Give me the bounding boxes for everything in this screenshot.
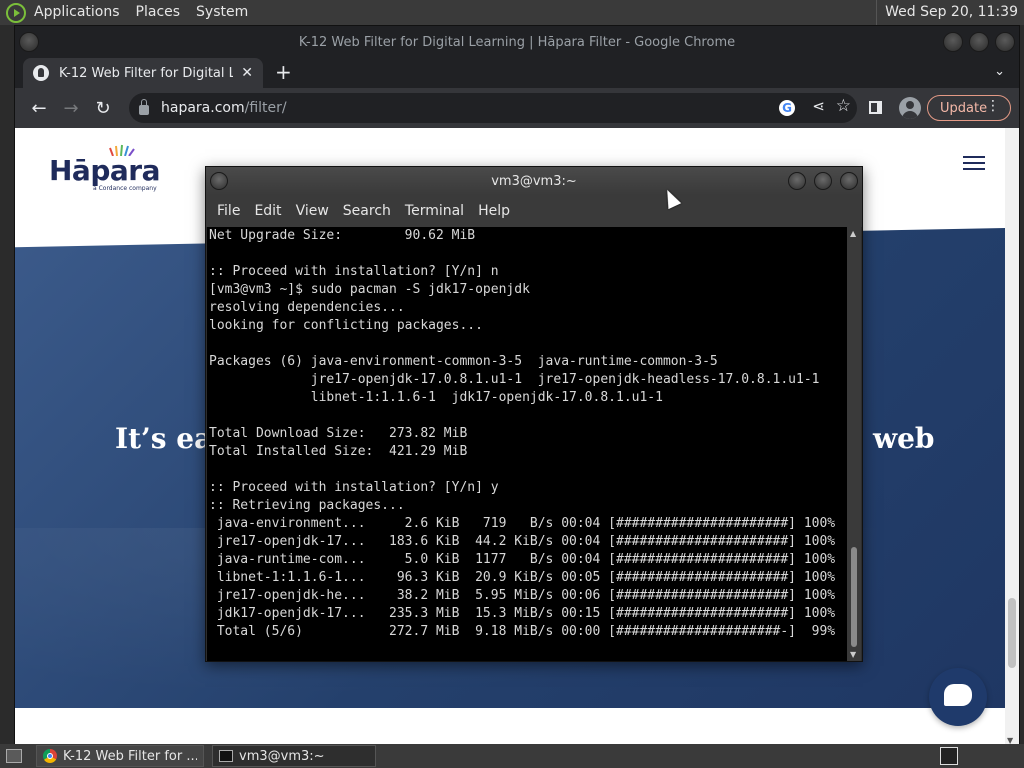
terminal-line: Total Installed Size: 421.29 MiB xyxy=(209,444,468,459)
taskbar-item-terminal[interactable]: vm3@vm3:~ xyxy=(212,745,376,767)
taskbar-label-chrome: K-12 Web Filter for ... xyxy=(63,748,197,764)
google-icon[interactable]: G xyxy=(779,100,795,116)
terminal-menu-search[interactable]: Search xyxy=(336,203,398,219)
tab-title: K-12 Web Filter for Digital Lea xyxy=(59,65,234,81)
minimize-button[interactable] xyxy=(943,32,963,52)
terminal-line: [vm3@vm3 ~]$ sudo pacman -S jdk17-openjd… xyxy=(209,282,530,297)
chat-bubble-icon[interactable] xyxy=(929,668,987,726)
logo-text: Hāpara xyxy=(49,154,160,187)
terminal-menu-edit[interactable]: Edit xyxy=(247,203,288,219)
menu-system[interactable]: System xyxy=(188,0,256,25)
menu-places[interactable]: Places xyxy=(128,0,189,25)
side-panel-icon[interactable] xyxy=(869,101,882,114)
menu-applications[interactable]: Applications xyxy=(26,0,128,25)
tabstrip: K-12 Web Filter for Digital Lea ✕ + ⌄ xyxy=(15,58,1019,88)
tab-close-icon[interactable]: ✕ xyxy=(241,65,253,81)
applications-menu-icon[interactable] xyxy=(6,2,26,23)
forward-icon[interactable]: → xyxy=(55,98,87,119)
terminal-close-button[interactable] xyxy=(840,172,858,190)
profile-avatar-icon[interactable] xyxy=(899,97,921,119)
page-scrollbar[interactable]: ▼ xyxy=(1005,128,1019,747)
terminal-line: resolving dependencies... xyxy=(209,300,405,315)
maximize-button[interactable] xyxy=(969,32,989,52)
terminal-line: java-environment... 2.6 KiB 719 B/s 00:0… xyxy=(209,516,836,531)
reload-icon[interactable]: ↻ xyxy=(87,98,119,119)
tab-search-chevron-icon[interactable]: ⌄ xyxy=(994,64,1005,79)
share-icon[interactable]: ⋖ xyxy=(812,97,825,115)
terminal-window: vm3@vm3:~ File Edit View Search Terminal… xyxy=(205,166,863,662)
terminal-line: jre17-openjdk-17... 183.6 KiB 44.2 KiB/s… xyxy=(209,534,836,549)
chrome-icon xyxy=(43,749,57,763)
bookmark-star-icon[interactable]: ☆ xyxy=(836,96,851,116)
terminal-scroll-down-icon[interactable]: ▼ xyxy=(850,650,856,659)
terminal-maximize-button[interactable] xyxy=(814,172,832,190)
hamburger-menu-icon[interactable] xyxy=(963,156,985,170)
taskbar-label-terminal: vm3@vm3:~ xyxy=(239,748,325,764)
terminal-scrollbar[interactable]: ▲ ▼ xyxy=(847,227,861,661)
terminal-titlebar[interactable]: vm3@vm3:~ xyxy=(206,167,862,195)
page-scroll-thumb[interactable] xyxy=(1008,598,1016,668)
logo-subtitle: a Cordance company xyxy=(93,185,157,192)
window-menu-button[interactable] xyxy=(19,32,39,52)
terminal-line: Packages (6) java-environment-common-3-5… xyxy=(209,354,718,369)
terminal-line: libnet-1:1.1.6-1 jdk17-openjdk-17.0.8.1.… xyxy=(209,390,663,405)
hero-heading-right: web xyxy=(873,422,935,455)
show-desktop-icon[interactable] xyxy=(6,749,22,763)
clock[interactable]: Wed Sep 20, 11:39 xyxy=(876,0,1018,25)
terminal-line: jdk17-openjdk-17... 235.3 MiB 15.3 MiB/s… xyxy=(209,606,836,621)
terminal-icon xyxy=(219,750,233,762)
terminal-line: libnet-1:1.1.6-1... 96.3 KiB 20.9 KiB/s … xyxy=(209,570,836,585)
url-text[interactable]: hapara.com/filter/ xyxy=(161,100,287,116)
terminal-menu-terminal[interactable]: Terminal xyxy=(398,203,471,219)
taskbar-item-chrome[interactable]: K-12 Web Filter for ... xyxy=(36,745,204,767)
terminal-menu-help[interactable]: Help xyxy=(471,203,517,219)
terminal-line: jre17-openjdk-17.0.8.1.u1-1 jre17-openjd… xyxy=(209,372,820,387)
browser-toolbar: ← → ↻ hapara.com/filter/ G ⋖ ☆ Update ⋮ xyxy=(15,88,1019,128)
terminal-line: Net Upgrade Size: 90.62 MiB xyxy=(209,228,476,243)
terminal-line: :: Retrieving packages... xyxy=(209,498,405,513)
address-bar[interactable]: hapara.com/filter/ G ⋖ ☆ xyxy=(129,93,857,123)
top-panel: Applications Places System Wed Sep 20, 1… xyxy=(0,0,1024,25)
terminal-menubar: File Edit View Search Terminal Help xyxy=(206,195,862,227)
terminal-line: Total Download Size: 273.82 MiB xyxy=(209,426,468,441)
hapara-favicon-icon xyxy=(33,65,49,81)
chrome-titlebar[interactable]: K-12 Web Filter for Digital Learning | H… xyxy=(15,26,1019,58)
hapara-logo[interactable]: Hāpara a Cordance company xyxy=(49,144,169,194)
window-title: K-12 Web Filter for Digital Learning | H… xyxy=(298,34,736,50)
back-icon[interactable]: ← xyxy=(23,98,55,119)
terminal-scroll-thumb[interactable] xyxy=(851,547,857,647)
terminal-line: :: Proceed with installation? [Y/n] n xyxy=(209,264,499,279)
terminal-minimize-button[interactable] xyxy=(788,172,806,190)
lock-icon[interactable] xyxy=(139,99,149,115)
new-tab-icon[interactable]: + xyxy=(275,62,292,82)
update-button[interactable]: Update ⋮ xyxy=(927,95,1011,121)
more-menu-icon[interactable]: ⋮ xyxy=(986,98,1000,114)
terminal-menu-file[interactable]: File xyxy=(210,203,247,219)
bottom-panel: K-12 Web Filter for ... vm3@vm3:~ xyxy=(0,744,1024,768)
terminal-text: Net Upgrade Size: 90.62 MiB :: Proceed w… xyxy=(207,227,849,641)
update-label: Update xyxy=(940,100,988,116)
terminal-line: jre17-openjdk-he... 38.2 MiB 5.95 MiB/s … xyxy=(209,588,836,603)
workspace-switcher-icon[interactable] xyxy=(940,747,958,765)
terminal-scroll-up-icon[interactable]: ▲ xyxy=(850,229,856,238)
terminal-line: Total (5/6) 272.7 MiB 9.18 MiB/s 00:00 [… xyxy=(209,624,836,639)
terminal-window-menu-button[interactable] xyxy=(210,172,228,190)
terminal-line: java-runtime-com... 5.0 KiB 1177 B/s 00:… xyxy=(209,552,836,567)
close-window-button[interactable] xyxy=(995,32,1015,52)
terminal-line: looking for conflicting packages... xyxy=(209,318,483,333)
tab-active[interactable]: K-12 Web Filter for Digital Lea ✕ xyxy=(23,58,263,88)
terminal-title: vm3@vm3:~ xyxy=(491,173,577,189)
terminal-menu-view[interactable]: View xyxy=(289,203,336,219)
terminal-output[interactable]: Net Upgrade Size: 90.62 MiB :: Proceed w… xyxy=(207,227,849,661)
terminal-line: :: Proceed with installation? [Y/n] y xyxy=(209,480,499,495)
